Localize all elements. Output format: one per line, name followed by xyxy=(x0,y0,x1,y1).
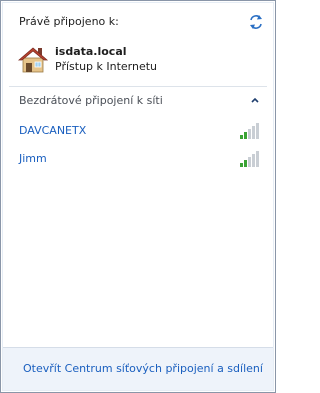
house-icon xyxy=(17,47,49,73)
open-network-center-link[interactable]: Otevřít Centrum síťových připojení a sdí… xyxy=(23,362,263,375)
network-name: Jimm xyxy=(19,152,47,165)
connection-status: Přístup k Internetu xyxy=(55,60,158,73)
network-item-davcanetx[interactable]: DAVCANETX xyxy=(9,119,267,145)
signal-strength-icon xyxy=(240,151,259,167)
refresh-icon[interactable] xyxy=(247,13,265,31)
network-item-jimm[interactable]: Jimm xyxy=(9,147,267,173)
footer: Otevřít Centrum síťových připojení a sdí… xyxy=(3,347,273,390)
chevron-up-icon[interactable] xyxy=(249,94,261,106)
signal-strength-icon xyxy=(240,123,259,139)
connected-network: isdata.local Přístup k Internetu xyxy=(17,43,267,79)
network-flyout-inner: Právě připojeno k: isdata.local Přístup … xyxy=(2,2,274,391)
connection-name: isdata.local xyxy=(55,45,127,58)
divider xyxy=(9,86,267,87)
network-name: DAVCANETX xyxy=(19,124,87,137)
wireless-section-label: Bezdrátové připojení k síti xyxy=(19,94,163,107)
network-flyout: Právě připojeno k: isdata.local Přístup … xyxy=(0,0,276,393)
currently-connected-heading: Právě připojeno k: xyxy=(19,15,119,28)
